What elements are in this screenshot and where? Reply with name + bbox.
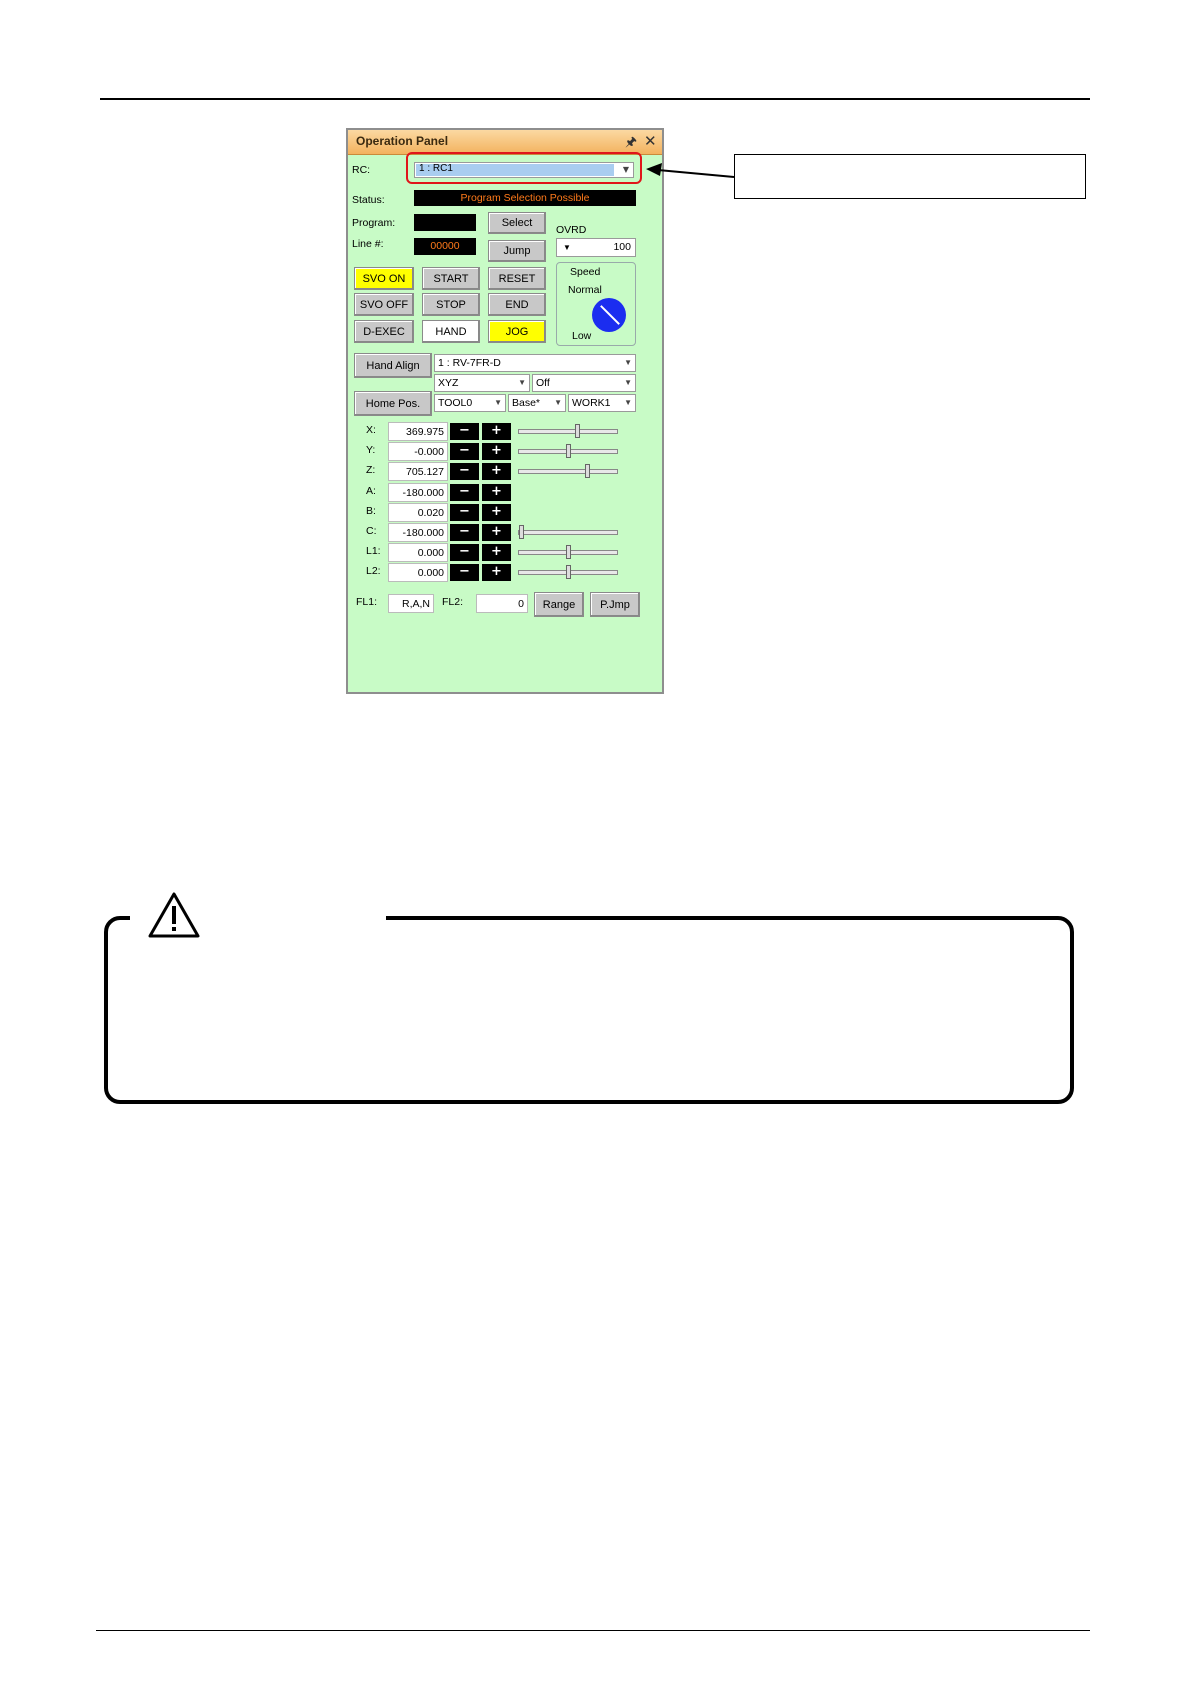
jog-plus-button[interactable]: + xyxy=(482,524,511,541)
jog-plus-button[interactable]: + xyxy=(482,443,511,460)
caution-frame xyxy=(104,916,1074,1104)
chevron-down-icon[interactable]: ▼ xyxy=(624,378,632,387)
chevron-down-icon[interactable]: ▼ xyxy=(554,398,562,407)
work-value: WORK1 xyxy=(572,397,611,409)
chevron-down-icon[interactable]: ▼ xyxy=(494,398,502,407)
axis-label: X: xyxy=(366,424,376,436)
slider-thumb[interactable] xyxy=(584,464,590,478)
fl2-value: 0 xyxy=(476,594,528,613)
slider-thumb[interactable] xyxy=(519,525,524,539)
axis-label: L2: xyxy=(366,565,381,577)
jog-plus-button[interactable]: + xyxy=(482,484,511,501)
range-button[interactable]: Range xyxy=(534,592,584,617)
axis-label: Y: xyxy=(366,444,376,456)
jog-minus-button[interactable]: − xyxy=(450,544,479,561)
work-combo[interactable]: WORK1 ▼ xyxy=(568,394,636,412)
chevron-down-icon[interactable]: ▼ xyxy=(518,378,526,387)
slider-thumb[interactable] xyxy=(566,545,571,559)
robot-combo[interactable]: 1 : RV-7FR-D ▼ xyxy=(434,354,636,372)
tool-value: TOOL0 xyxy=(438,397,473,409)
slider-thumb[interactable] xyxy=(566,565,571,579)
axis-label: B: xyxy=(366,505,376,517)
base-value: Base* xyxy=(512,397,541,409)
callout-arrow xyxy=(646,163,735,178)
axis-value: 0.000 xyxy=(388,543,448,562)
slider-thumb[interactable] xyxy=(566,444,571,458)
coord-value: XYZ xyxy=(438,377,459,389)
fl1-label: FL1: xyxy=(356,596,378,608)
axis-value: 0.020 xyxy=(388,503,448,522)
axis-value: -0.000 xyxy=(388,442,448,461)
jog-plus-button[interactable]: + xyxy=(482,504,511,521)
coord-combo[interactable]: XYZ ▼ xyxy=(434,374,530,392)
tool-combo[interactable]: TOOL0 ▼ xyxy=(434,394,506,412)
warning-icon xyxy=(148,892,200,938)
axis-value: 369.975 xyxy=(388,422,448,441)
jog-minus-button[interactable]: − xyxy=(450,463,479,480)
jog-plus-button[interactable]: + xyxy=(482,544,511,561)
axis-slider[interactable] xyxy=(518,444,618,458)
pjmp-button[interactable]: P.Jmp xyxy=(590,592,640,617)
axis-value: -180.000 xyxy=(388,483,448,502)
axis-value: 705.127 xyxy=(388,462,448,481)
jog-minus-button[interactable]: − xyxy=(450,484,479,501)
jog-minus-button[interactable]: − xyxy=(450,443,479,460)
jog-plus-button[interactable]: + xyxy=(482,564,511,581)
speed-low-label: Low xyxy=(572,330,592,342)
robot-value: 1 : RV-7FR-D xyxy=(438,357,501,369)
base-combo[interactable]: Base* ▼ xyxy=(508,394,566,412)
d-exec-button[interactable]: D-EXEC xyxy=(354,320,414,343)
jog-minus-button[interactable]: − xyxy=(450,504,479,521)
hand-align-button[interactable]: Hand Align xyxy=(354,353,432,378)
fl1-value: R,A,N xyxy=(388,594,434,613)
hand-button[interactable]: HAND xyxy=(422,320,480,343)
mode-combo[interactable]: Off ▼ xyxy=(532,374,636,392)
chevron-down-icon[interactable]: ▼ xyxy=(624,398,632,407)
axis-slider[interactable] xyxy=(518,525,618,539)
chevron-down-icon[interactable]: ▼ xyxy=(624,358,632,367)
jog-minus-button[interactable]: − xyxy=(450,564,479,581)
axis-label: A: xyxy=(366,485,376,497)
jog-plus-button[interactable]: + xyxy=(482,423,511,440)
home-pos-button[interactable]: Home Pos. xyxy=(354,391,432,416)
axis-value: 0.000 xyxy=(388,563,448,582)
fl2-label: FL2: xyxy=(442,596,464,608)
axis-value: -180.000 xyxy=(388,523,448,542)
jog-minus-button[interactable]: − xyxy=(450,524,479,541)
jog-plus-button[interactable]: + xyxy=(482,463,511,480)
axis-label: Z: xyxy=(366,464,376,476)
axis-label: L1: xyxy=(366,545,381,557)
axis-slider[interactable] xyxy=(518,424,618,438)
jog-button[interactable]: JOG xyxy=(488,320,546,343)
axis-label: C: xyxy=(366,525,377,537)
axis-slider[interactable] xyxy=(518,464,618,478)
slider-thumb[interactable] xyxy=(575,424,581,438)
bottom-rule xyxy=(96,1630,1090,1631)
axis-slider[interactable] xyxy=(518,565,618,579)
jog-minus-button[interactable]: − xyxy=(450,423,479,440)
axis-slider[interactable] xyxy=(518,545,618,559)
mode-value: Off xyxy=(536,377,550,389)
